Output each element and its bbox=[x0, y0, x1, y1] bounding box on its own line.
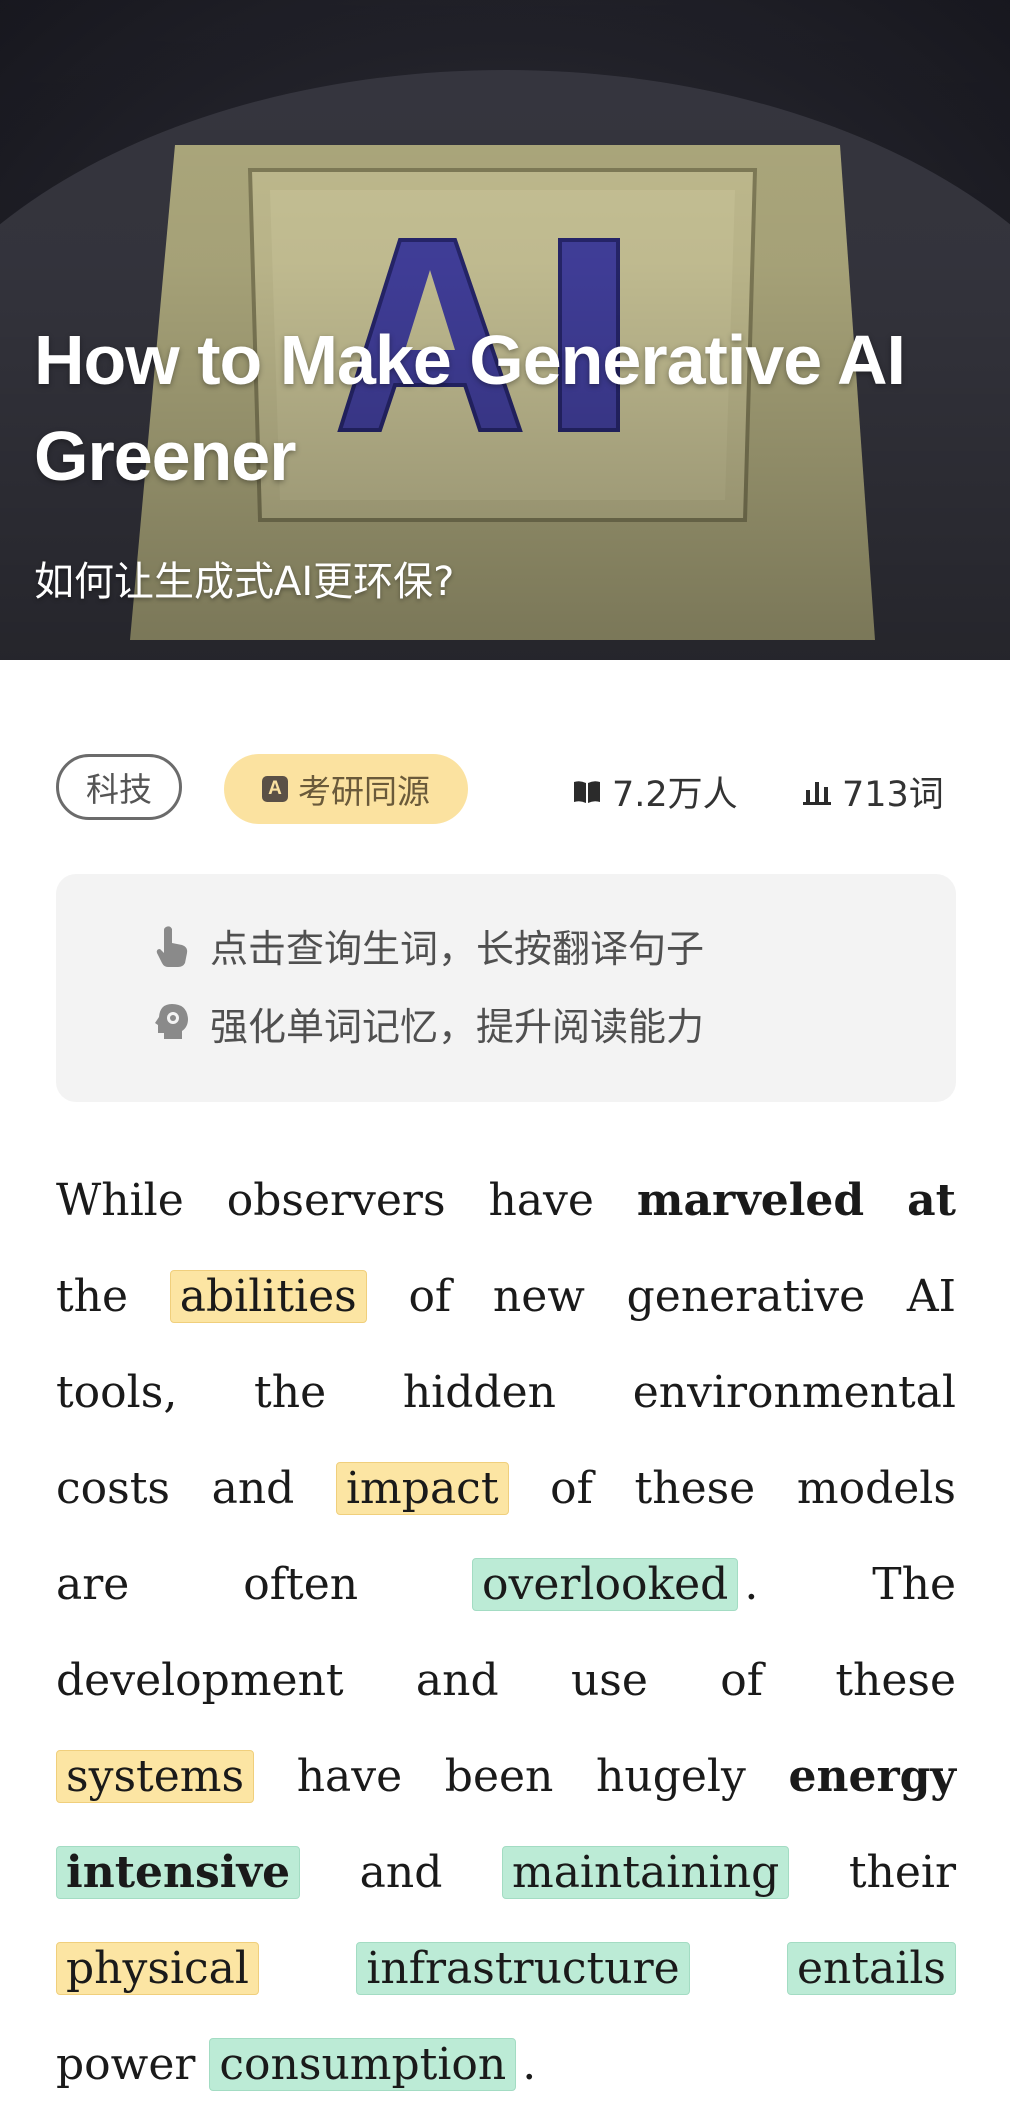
article-subtitle: 如何让生成式AI更环保? bbox=[34, 559, 455, 605]
word-with-punctuation: overlooked. bbox=[472, 1557, 759, 1611]
vocab-word-green[interactable]: overlooked bbox=[472, 1557, 739, 1611]
article-word[interactable]: observers bbox=[227, 1175, 446, 1226]
exam-source-icon: A bbox=[262, 776, 288, 802]
article-word[interactable]: use bbox=[571, 1655, 648, 1706]
article-word[interactable]: and bbox=[416, 1655, 499, 1706]
article-line: physical infrastructure entails bbox=[56, 1920, 956, 2016]
bar-chart-icon bbox=[803, 781, 831, 805]
article-word[interactable]: and bbox=[360, 1847, 443, 1898]
article-word[interactable]: costs bbox=[56, 1463, 170, 1514]
article-line: development and use of these bbox=[56, 1632, 956, 1728]
tip-lookup: 点击查询生词，长按翻译句子 bbox=[152, 918, 704, 973]
article-word[interactable]: generative bbox=[627, 1271, 866, 1322]
vocab-word-green[interactable]: consumption bbox=[209, 2037, 517, 2091]
article-word[interactable]: the bbox=[56, 1271, 128, 1322]
article-word[interactable]: environmental bbox=[633, 1367, 956, 1418]
article-word[interactable]: models bbox=[797, 1463, 956, 1514]
article-title: How to Make Generative AI Greener bbox=[34, 321, 906, 495]
article-word[interactable]: While bbox=[56, 1175, 184, 1226]
vocab-word-yellow[interactable]: impact bbox=[335, 1461, 509, 1515]
tip-lookup-text: 点击查询生词，长按翻译句子 bbox=[210, 927, 705, 971]
article-word[interactable]: often bbox=[243, 1559, 358, 1610]
brain-bulb-icon bbox=[155, 1003, 188, 1039]
article-word[interactable]: The bbox=[872, 1559, 956, 1610]
book-icon bbox=[574, 780, 600, 803]
source-tag-label: 考研同源 bbox=[298, 772, 430, 811]
article-word[interactable]: tools, bbox=[56, 1367, 177, 1418]
article-line: are often overlooked. The bbox=[56, 1536, 956, 1632]
punctuation: . bbox=[744, 1558, 759, 1610]
article-word[interactable]: the bbox=[254, 1367, 326, 1418]
article-word[interactable]: power bbox=[56, 2039, 195, 2090]
article-word[interactable]: these bbox=[835, 1655, 956, 1706]
article-word[interactable]: their bbox=[849, 1847, 956, 1898]
bold-phrase-word[interactable]: energy bbox=[788, 1751, 956, 1802]
article-word[interactable]: AI bbox=[907, 1271, 956, 1322]
bold-phrase-word[interactable]: marveled bbox=[637, 1175, 864, 1226]
source-tag[interactable]: A 考研同源 bbox=[224, 754, 468, 824]
vocab-word-yellow[interactable]: physical bbox=[56, 1941, 259, 1995]
vocab-word-yellow[interactable]: systems bbox=[56, 1749, 255, 1803]
article-line: the abilities of new generative AI bbox=[56, 1248, 956, 1344]
article-word[interactable]: of bbox=[550, 1463, 593, 1514]
article-line: tools, the hidden environmental bbox=[56, 1344, 956, 1440]
article-line: intensive and maintaining their bbox=[56, 1824, 956, 1920]
pointing-hand-icon bbox=[156, 925, 188, 967]
punctuation: . bbox=[522, 2038, 537, 2090]
word-with-punctuation: consumption. bbox=[209, 2037, 537, 2091]
word-count: 713词 bbox=[842, 775, 944, 815]
vocab-word-green[interactable]: entails bbox=[786, 1941, 956, 1995]
hero-banner: How to Make Generative AI Greener 如何让生成式… bbox=[0, 0, 1010, 660]
article-word[interactable]: new bbox=[493, 1271, 585, 1322]
word-count-stat: 713词 bbox=[802, 766, 944, 817]
reading-tips-box: 点击查询生词，长按翻译句子 强化单词记忆，提升阅读能力 bbox=[56, 874, 956, 1102]
article-card: 科技 A 考研同源 7.2万人 713词 点击查询生词，长按翻译句子 强化单词记… bbox=[0, 664, 1010, 2117]
tip-memory-text: 强化单词记忆，提升阅读能力 bbox=[210, 1005, 705, 1049]
article-word[interactable]: hugely bbox=[596, 1751, 746, 1802]
category-tag[interactable]: 科技 bbox=[56, 754, 182, 820]
article-word[interactable]: hidden bbox=[403, 1367, 556, 1418]
article-word[interactable]: of bbox=[720, 1655, 763, 1706]
article-word[interactable]: and bbox=[212, 1463, 295, 1514]
vocab-word-green[interactable]: infrastructure bbox=[356, 1941, 690, 1995]
readers-count: 7.2万人 bbox=[612, 775, 738, 815]
meta-row: 科技 A 考研同源 7.2万人 713词 bbox=[56, 754, 956, 824]
article-word[interactable]: of bbox=[408, 1271, 451, 1322]
article-word[interactable]: are bbox=[56, 1559, 129, 1610]
article-line: systems have been hugely energy bbox=[56, 1728, 956, 1824]
article-word[interactable]: these bbox=[635, 1463, 756, 1514]
article-word[interactable]: been bbox=[445, 1751, 554, 1802]
article-line: While observers have marveled at bbox=[56, 1152, 956, 1248]
vocab-word-yellow[interactable]: abilities bbox=[169, 1269, 367, 1323]
article-line: costs and impact of these models bbox=[56, 1440, 956, 1536]
article-line: power consumption. bbox=[56, 2016, 956, 2112]
tip-memory: 强化单词记忆，提升阅读能力 bbox=[152, 996, 704, 1051]
article-word[interactable]: development bbox=[56, 1655, 344, 1706]
article-word[interactable]: have bbox=[297, 1751, 402, 1802]
vocab-word-green[interactable]: intensive bbox=[56, 1845, 301, 1899]
vocab-word-green[interactable]: maintaining bbox=[501, 1845, 790, 1899]
readers-stat: 7.2万人 bbox=[572, 766, 738, 817]
article-body: While observers have marveled at the abilities… bbox=[56, 1152, 956, 2112]
bold-phrase-word[interactable]: at bbox=[907, 1175, 956, 1226]
article-word[interactable]: have bbox=[488, 1175, 593, 1226]
